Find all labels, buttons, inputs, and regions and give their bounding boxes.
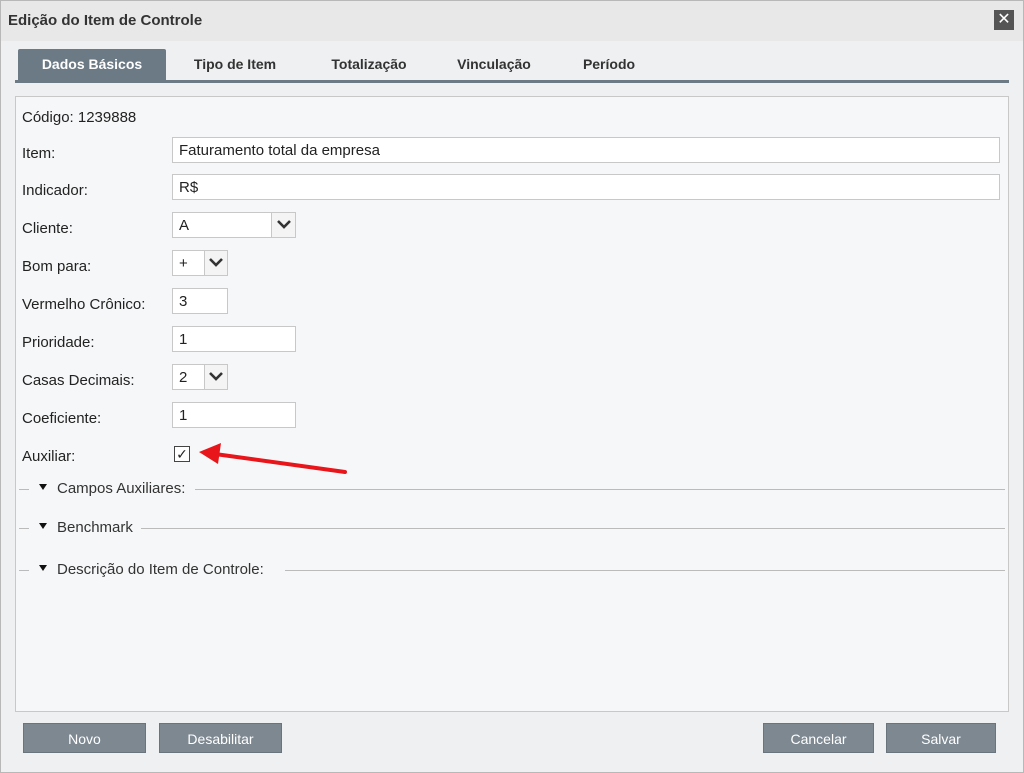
close-button[interactable]: ✕ (994, 10, 1014, 30)
vermelho-cronico-input[interactable]: 3 (172, 288, 228, 314)
caret-down-icon (39, 565, 47, 571)
coeficiente-input[interactable]: 1 (172, 402, 296, 428)
annotation-arrow (199, 443, 347, 474)
desabilitar-button[interactable]: Desabilitar (159, 723, 282, 753)
bom-para-dropdown-button[interactable] (204, 250, 228, 276)
section-title: Benchmark (57, 519, 135, 536)
caret-down-icon (39, 484, 47, 490)
casas-decimais-dropdown-button[interactable] (204, 364, 228, 390)
section-divider (19, 570, 29, 571)
indicador-label: Indicador: (22, 182, 88, 199)
section-divider (141, 528, 1005, 529)
bom-para-select[interactable]: + (172, 250, 205, 276)
tab-strip: Dados Básicos Tipo de Item Totalização V… (15, 47, 1009, 83)
section-benchmark[interactable]: Benchmark (19, 518, 1005, 538)
section-descricao[interactable]: Descrição do Item de Controle: (19, 560, 1005, 580)
vermelho-cronico-label: Vermelho Crônico: (22, 296, 146, 313)
section-campos-auxiliares[interactable]: Campos Auxiliares: (19, 479, 1005, 499)
novo-button[interactable]: Novo (23, 723, 146, 753)
section-title: Descrição do Item de Controle: (57, 561, 266, 578)
tab-label: Vinculação (457, 56, 531, 72)
cliente-label: Cliente: (22, 220, 73, 237)
tab-label: Período (582, 56, 636, 72)
cliente-dropdown-button[interactable] (271, 212, 296, 238)
coeficiente-label: Coeficiente: (22, 410, 102, 427)
prioridade-label: Prioridade: (22, 334, 95, 351)
tab-dados-basicos[interactable]: Dados Básicos (18, 49, 166, 80)
checkbox-check-icon: ✓ (176, 446, 188, 462)
tab-periodo[interactable]: Período (563, 49, 655, 80)
section-divider (195, 489, 1005, 490)
dialog-window: Edição do Item de Controle ✕ Dados Básic… (0, 0, 1024, 773)
auxiliar-label: Auxiliar: (22, 448, 76, 465)
section-divider (19, 489, 29, 490)
section-divider (19, 528, 29, 529)
caret-down-icon (39, 523, 47, 529)
prioridade-input[interactable]: 1 (172, 326, 296, 352)
indicador-input[interactable]: R$ (172, 174, 1000, 200)
cancelar-button[interactable]: Cancelar (763, 723, 874, 753)
item-input[interactable]: Faturamento total da empresa (172, 137, 1000, 163)
close-icon: ✕ (997, 11, 1011, 28)
tab-tipo-de-item[interactable]: Tipo de Item (172, 49, 298, 80)
chevron-down-icon (209, 258, 223, 267)
tab-totalizacao[interactable]: Totalização (309, 49, 429, 80)
title-bar: Edição do Item de Controle ✕ (1, 1, 1023, 41)
auxiliar-checkbox[interactable]: ✓ (174, 446, 190, 462)
dialog-title: Edição do Item de Controle (8, 12, 203, 29)
chevron-down-icon (276, 220, 291, 229)
codigo-text: Código: 1239888 (22, 109, 137, 126)
tab-label: Tipo de Item (193, 56, 277, 72)
section-divider (285, 570, 1005, 571)
item-label: Item: (22, 145, 56, 162)
tab-vinculacao[interactable]: Vinculação (439, 49, 549, 80)
bom-para-label: Bom para: (22, 258, 92, 275)
cliente-select[interactable]: A (172, 212, 272, 238)
casas-decimais-select[interactable]: 2 (172, 364, 205, 390)
section-title: Campos Auxiliares: (57, 480, 188, 497)
chevron-down-icon (209, 372, 223, 381)
casas-decimais-label: Casas Decimais: (22, 372, 135, 389)
tab-label: Totalização (331, 56, 407, 72)
tab-label: Dados Básicos (41, 56, 143, 72)
salvar-button[interactable]: Salvar (886, 723, 996, 753)
